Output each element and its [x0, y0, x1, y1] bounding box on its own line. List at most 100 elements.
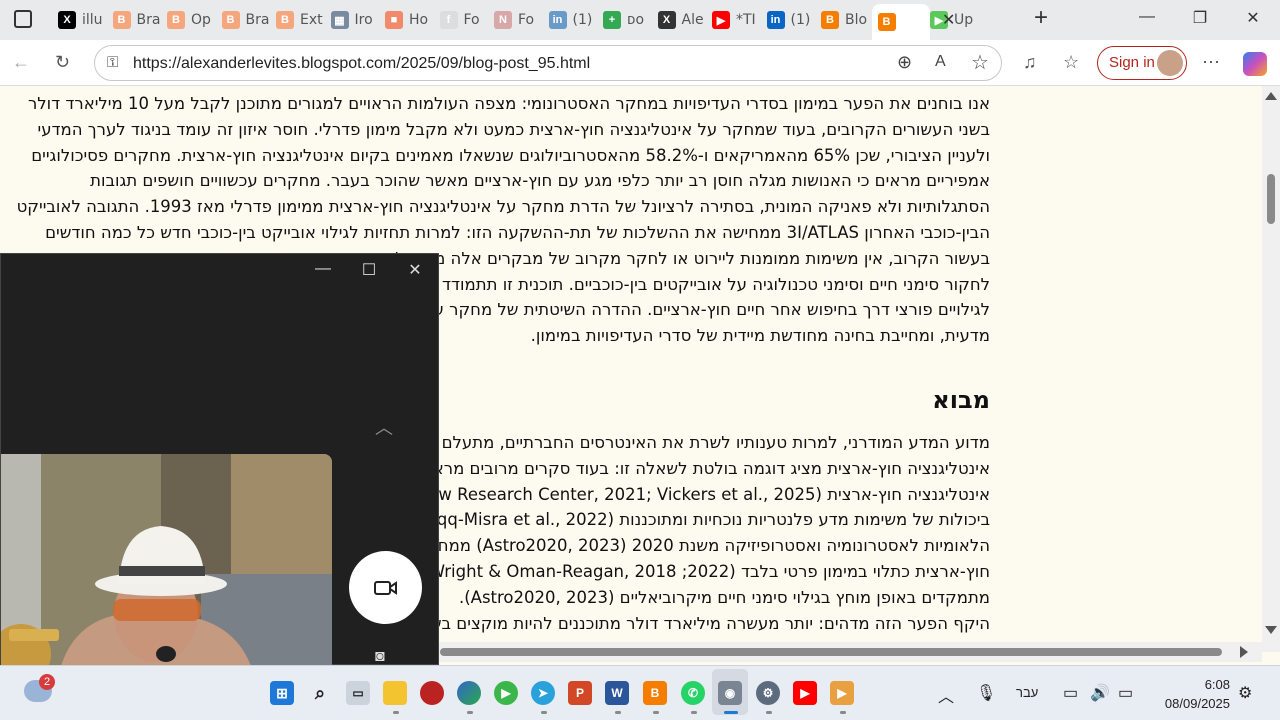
- tab-5[interactable]: ▦ Iro: [330, 6, 381, 34]
- tab-8[interactable]: N Fo: [494, 6, 544, 34]
- blogger-icon: B: [821, 11, 839, 29]
- tab-title: Blo: [845, 12, 868, 28]
- close-tab-icon[interactable]: ✕: [942, 10, 955, 30]
- scroll-up-icon[interactable]: [1265, 92, 1277, 100]
- blogger-icon: B: [276, 11, 294, 29]
- minimize-icon[interactable]: —: [1132, 8, 1162, 26]
- tab-title: Ale: [681, 12, 704, 28]
- tab-15[interactable]: B: [871, 4, 930, 40]
- sign-in-button[interactable]: Sign in: [1097, 46, 1187, 80]
- tab-13[interactable]: in (1): [766, 6, 817, 34]
- x-logo-icon: X: [58, 11, 76, 29]
- tab-9[interactable]: in (1): [548, 6, 599, 34]
- microphone-icon[interactable]: 🎙: [976, 683, 996, 703]
- restore-icon[interactable]: ❐: [1185, 8, 1215, 28]
- text-line: בשני העשורים הקרובים, בעוד שמחקר על אינט…: [37, 119, 990, 139]
- camera-preview: [1, 454, 332, 666]
- photo-mode-icon[interactable]: ◙: [375, 648, 385, 666]
- tab-1[interactable]: B Bra: [112, 6, 163, 34]
- tab-title: Fo: [463, 12, 480, 28]
- favorites-icon[interactable]: ☆: [1063, 52, 1079, 73]
- new-tab-button[interactable]: +: [1034, 4, 1048, 32]
- linkedin-icon: in: [548, 11, 567, 29]
- tab-10[interactable]: + ᴅᴏ: [603, 6, 653, 34]
- favorite-star-icon[interactable]: ☆: [971, 50, 989, 75]
- tab-title: (1): [572, 12, 593, 28]
- extensions-icon[interactable]: ♫: [1023, 52, 1037, 73]
- taskbar-running-dot: [615, 711, 621, 714]
- camera-chevron-up-icon[interactable]: ︿: [375, 414, 393, 440]
- camera-minimize-icon[interactable]: —: [308, 260, 338, 278]
- blogger-icon[interactable]: B: [643, 681, 667, 705]
- player-icon[interactable]: ▶: [494, 681, 518, 705]
- taskbar-running-dot: [541, 711, 547, 714]
- edge-icon[interactable]: [457, 681, 481, 705]
- battery-icon[interactable]: ▭: [1118, 683, 1133, 703]
- scroll-right-icon[interactable]: [1240, 646, 1248, 658]
- date-text: 08/09/2025: [1164, 696, 1230, 711]
- video-app-icon[interactable]: ▶: [830, 681, 854, 705]
- tab-title: Op: [191, 12, 211, 28]
- tab-11[interactable]: X Ale: [657, 6, 708, 34]
- tab-7[interactable]: f Fo: [439, 6, 490, 34]
- tab-title: *TI: [736, 12, 756, 28]
- text-line: אנו בוחנים את הפער במימון בסדרי העדיפויו…: [27, 94, 990, 113]
- display-icon[interactable]: ▭: [1063, 683, 1078, 703]
- camera-app-window[interactable]: — ☐ ✕ ︿ ◙: [0, 253, 439, 666]
- tab-strip: Xillu B Bra B Op B Bra B Ext ▦ Iro ■ Ho f Fo N Fo in (1) + ᴅ…: [0, 0, 1280, 40]
- copilot-icon[interactable]: [1243, 52, 1267, 76]
- word-icon[interactable]: W: [605, 681, 629, 705]
- weather-badge: 2: [39, 674, 55, 690]
- tray-chevron-icon[interactable]: ︿: [938, 683, 954, 707]
- taskbar-running-dot: [393, 711, 399, 714]
- record-app-icon[interactable]: [420, 681, 444, 705]
- taskbar-running-dot: [467, 711, 473, 714]
- telegram-icon[interactable]: ➤: [531, 681, 555, 705]
- blogger-icon: B: [167, 11, 185, 29]
- vertical-scroll-thumb[interactable]: [1267, 174, 1275, 224]
- tab-title: illu: [82, 12, 103, 28]
- start-icon[interactable]: ⊞: [270, 681, 294, 705]
- tab-14[interactable]: B Blo: [821, 6, 871, 34]
- back-icon[interactable]: ←: [12, 52, 30, 73]
- youtube-icon[interactable]: ▶: [793, 681, 817, 705]
- scroll-down-icon[interactable]: [1265, 626, 1277, 634]
- file-explorer-icon[interactable]: [383, 681, 407, 705]
- settings-icon[interactable]: ⚙: [756, 681, 780, 705]
- text-line: ולעניין הציבורי, שכן 65% מהאמריקאים ו-58…: [31, 145, 990, 165]
- url-text[interactable]: https://alexanderlevites.blogspot.com/20…: [133, 55, 590, 73]
- close-window-icon[interactable]: ✕: [1238, 8, 1268, 28]
- more-menu-icon[interactable]: ⋯: [1202, 52, 1220, 73]
- camera-preview-image: [1, 454, 332, 666]
- tab-6[interactable]: ■ Ho: [385, 6, 435, 34]
- tab-3[interactable]: B Bra: [221, 6, 272, 34]
- tab-12[interactable]: ▶ *TI: [712, 6, 762, 34]
- clock[interactable]: 6:08 08/09/2025: [1150, 675, 1230, 713]
- plus-green-icon: +: [603, 11, 621, 29]
- tab-4[interactable]: B Ext: [276, 6, 326, 34]
- n-icon: N: [494, 11, 512, 29]
- camera-app-icon[interactable]: ◉: [718, 681, 742, 705]
- powerpoint-icon[interactable]: P: [568, 681, 592, 705]
- volume-icon[interactable]: 🔊: [1090, 683, 1110, 703]
- task-view-icon[interactable]: ▭: [346, 681, 370, 705]
- notifications-icon[interactable]: ⚙: [1238, 683, 1252, 703]
- horizontal-scroll-thumb[interactable]: [440, 648, 1222, 656]
- site-info-icon[interactable]: ⚿: [107, 54, 118, 71]
- read-aloud-icon[interactable]: A: [935, 53, 946, 71]
- tab-2[interactable]: B Op: [167, 6, 217, 34]
- video-record-button[interactable]: [349, 551, 422, 624]
- text-line: הבין-כוכבי האחרון 3I/ATLAS ממחישה את ההש…: [45, 222, 990, 242]
- language-indicator[interactable]: עבר: [1016, 685, 1038, 700]
- camera-maximize-icon[interactable]: ☐: [354, 260, 384, 280]
- vertical-scrollbar[interactable]: [1262, 86, 1280, 652]
- search-icon[interactable]: ⌕: [308, 681, 332, 705]
- tab-actions-icon[interactable]: [14, 10, 32, 28]
- blogger-icon: B: [877, 13, 896, 31]
- refresh-icon[interactable]: ↻: [55, 52, 70, 73]
- camera-close-icon[interactable]: ✕: [400, 260, 430, 280]
- whatsapp-icon[interactable]: ✆: [681, 681, 705, 705]
- tab-0[interactable]: Xillu: [58, 6, 108, 34]
- zoom-icon[interactable]: ⊕: [897, 52, 912, 73]
- address-bar[interactable]: ⚿ https://alexanderlevites.blogspot.com/…: [94, 45, 1002, 81]
